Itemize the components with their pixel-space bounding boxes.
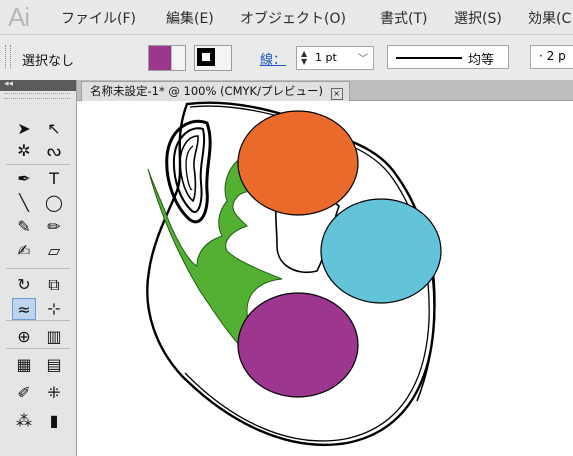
blob-brush-tool-icon[interactable]: ✍	[12, 240, 36, 262]
stroke-color-swatch[interactable]	[194, 45, 232, 71]
rotate-tool-icon[interactable]: ↻	[12, 274, 36, 296]
selection-status: 選択なし	[22, 54, 75, 69]
fill-dropdown-button[interactable]	[171, 46, 185, 70]
pencil-tool-icon[interactable]: ✏	[42, 216, 66, 238]
menu-object[interactable]: オブジェクト(O)	[240, 8, 346, 28]
tools-separator	[6, 164, 70, 165]
line-segment-tool-icon[interactable]: ╲	[12, 192, 36, 214]
menu-file[interactable]: ファイル(F)	[61, 8, 136, 28]
tools-separator	[6, 268, 70, 269]
width-tool-icon[interactable]: ≈	[12, 298, 36, 320]
tools-separator	[6, 348, 70, 349]
ellipse-tool-icon[interactable]: ◯	[42, 192, 66, 214]
orange-circle	[237, 110, 359, 216]
menu-effect[interactable]: 効果(C	[528, 8, 571, 28]
mesh-tool-icon[interactable]: ▦	[12, 354, 36, 376]
gradient-tool-icon[interactable]: ▤	[42, 354, 66, 376]
type-tool-icon[interactable]: T	[42, 168, 66, 190]
menu-edit[interactable]: 編集(E)	[166, 8, 214, 28]
eraser-tool-icon[interactable]: ▱	[42, 240, 66, 262]
brush-definition-field[interactable]: · 2 p	[530, 45, 573, 69]
eyedropper-tool-icon[interactable]: ✐	[12, 382, 36, 404]
artwork	[146, 101, 442, 446]
paintbrush-tool-icon[interactable]: ✎	[12, 216, 36, 238]
stroke-weight-value: 1 pt	[315, 51, 337, 64]
scale-tool-icon[interactable]: ⧉	[42, 274, 66, 296]
free-transform-tool-icon[interactable]: ⊹	[42, 298, 66, 320]
artboard-canvas[interactable]	[77, 101, 573, 456]
magic-wand-tool-icon[interactable]: ✲	[12, 140, 36, 162]
perspective-grid-tool-icon[interactable]: ▥	[42, 326, 66, 348]
tools-panel: ◂◂ ➤ ↖ ✲ ᔓ ✒ T ╲ ◯ ✎ ✏ ✍ ▱ ↻ ⧉ ≈ ⊹ ⊕ ▥ ▦ ▤ ✐ ⁜ ⁂ ▮	[0, 79, 77, 456]
document-tab-strip: 名称未設定-1* @ 100% (CMYK/プレビュー) ×	[77, 80, 573, 101]
stroke-color-chip	[197, 48, 215, 66]
document-tab[interactable]: 名称未設定-1* @ 100% (CMYK/プレビュー) ×	[81, 81, 350, 101]
blend-tool-icon[interactable]: ⁜	[42, 382, 66, 404]
fill-color-chip	[149, 46, 171, 70]
stroke-panel-link[interactable]: 線：	[260, 49, 286, 68]
swirl-shape	[165, 119, 212, 224]
menu-type[interactable]: 書式(T)	[380, 8, 427, 28]
stroke-weight-field[interactable]: ▲ ▼ 1 pt ﹀	[296, 46, 374, 70]
menu-select[interactable]: 選択(S)	[454, 8, 502, 28]
control-bar-grip[interactable]	[5, 45, 11, 69]
brush-value: · 2 p	[539, 49, 566, 63]
tools-panel-header[interactable]: ◂◂	[0, 79, 76, 91]
lasso-tool-icon[interactable]: ᔓ	[42, 140, 66, 162]
symbol-sprayer-tool-icon[interactable]: ⁂	[12, 410, 36, 432]
stroke-weight-stepper-icon[interactable]: ▲ ▼	[301, 50, 307, 66]
control-bar: 選択なし 線： ▲ ▼ 1 pt ﹀ 均等 · 2 p	[0, 35, 573, 81]
app-logo: Ai	[8, 2, 30, 32]
menu-bar: Ai ファイル(F) 編集(E) オブジェクト(O) 書式(T) 選択(S) 効…	[0, 0, 573, 35]
close-icon[interactable]: ×	[330, 88, 343, 100]
collapse-panel-icon[interactable]: ◂◂	[4, 79, 13, 89]
tools-separator	[6, 320, 70, 321]
purple-circle	[237, 292, 359, 398]
blue-circle	[320, 198, 442, 304]
fill-color-swatch[interactable]	[148, 45, 186, 71]
document-tab-title: 名称未設定-1* @ 100% (CMYK/プレビュー)	[90, 84, 323, 98]
profile-label: 均等	[468, 53, 495, 68]
column-graph-tool-icon[interactable]: ▮	[42, 410, 66, 432]
selection-tool-icon[interactable]: ➤	[12, 118, 36, 140]
profile-preview-line	[396, 57, 462, 59]
pen-tool-icon[interactable]: ✒	[12, 168, 36, 190]
chevron-down-icon[interactable]: ﹀	[358, 50, 368, 65]
variable-width-profile-select[interactable]: 均等	[387, 45, 509, 69]
shape-builder-tool-icon[interactable]: ⊕	[12, 326, 36, 348]
tools-panel-grip[interactable]	[4, 93, 70, 99]
direct-selection-tool-icon[interactable]: ↖	[42, 118, 66, 140]
